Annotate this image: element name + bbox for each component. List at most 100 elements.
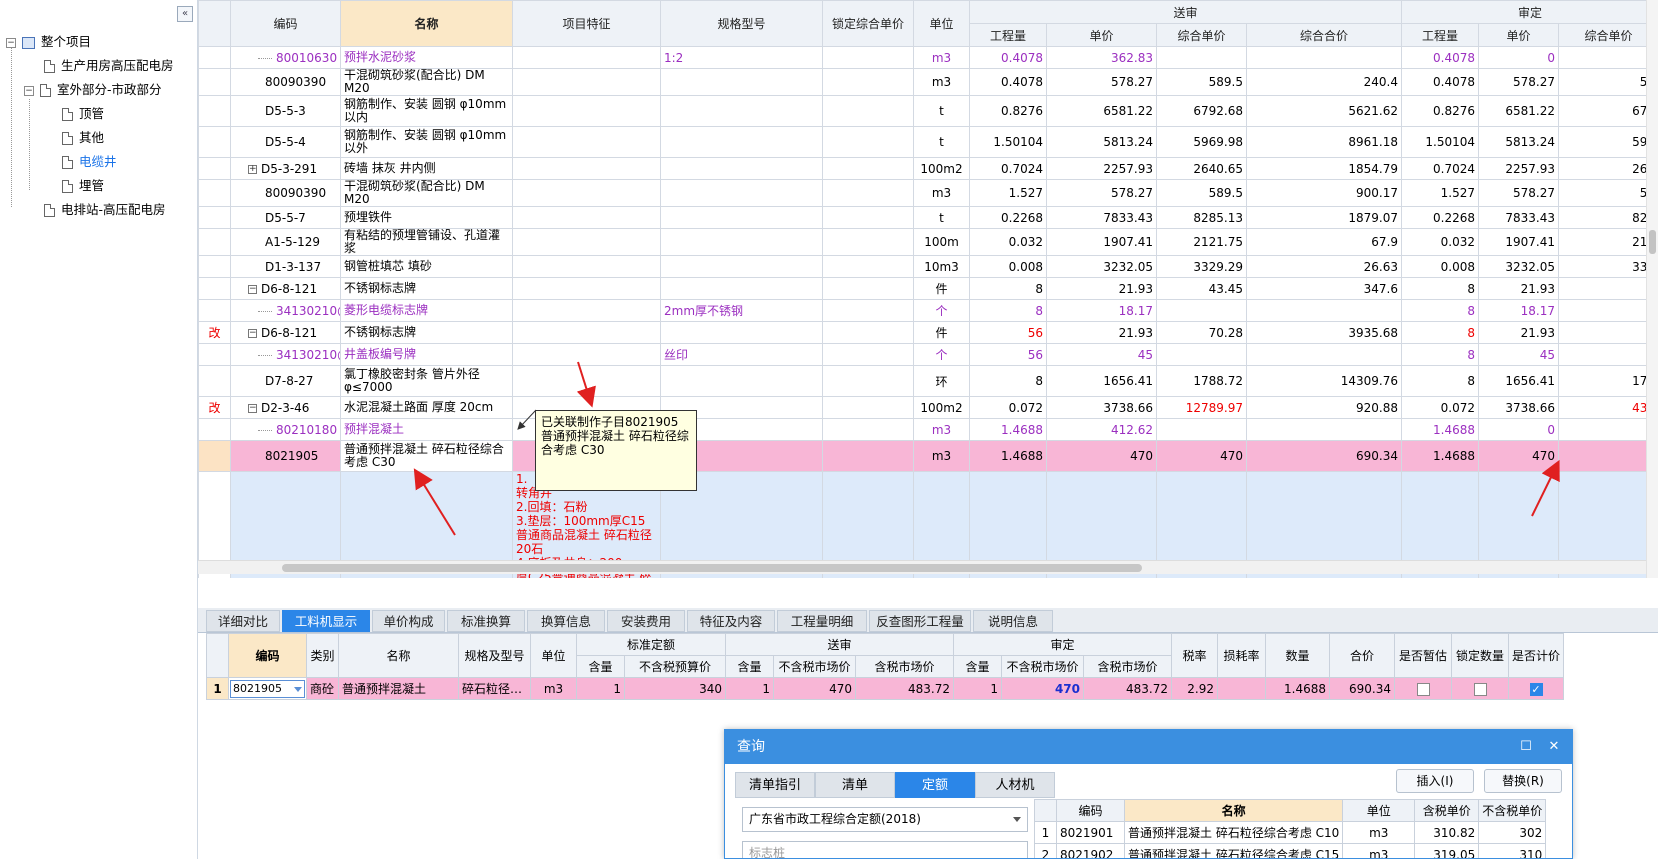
unit-cell[interactable]: t [913,206,970,229]
table-row[interactable]: 改 − D6-8-121 不锈钢标志牌件 56 21.93 70.28 3935.68 8 21.… [198,321,1658,344]
value-cell-ap[interactable]: 21.93 [1478,277,1560,300]
detail-col-unit[interactable]: 单位 [530,633,577,678]
value-cell-aq[interactable]: 1.4688 [1401,440,1480,472]
unit-cell[interactable]: 件 [913,321,970,344]
code-cell[interactable]: D5-5-4 [230,126,341,158]
value-cell-q[interactable]: 0.7024 [969,157,1047,180]
detail-col-name[interactable]: 名称 [338,633,459,678]
value-cell-aq[interactable]: 1.527 [1401,179,1480,207]
value-cell-aq[interactable]: 1.50104 [1401,126,1480,158]
value-cell-q[interactable]: 0.8276 [969,95,1047,127]
value-cell-ap[interactable]: 1656.41 [1478,365,1560,397]
table-row[interactable]: 80010630 预拌水泥砂浆 1:2 m3 0.4078 362.83 0.4078 0 [198,46,1658,69]
feature-cell[interactable] [512,299,661,322]
tab-7[interactable]: 工程量明细 [777,610,867,632]
value-cell-ap[interactable]: 2257.93 [1478,157,1560,180]
col-app-comp-price[interactable]: 综合单价 [1558,23,1658,47]
value-cell-acp[interactable]: 178 [1558,365,1658,397]
code-cell[interactable]: − D2-3-46 [230,396,341,419]
lockqty-checkbox[interactable] [1473,682,1487,696]
scroll-thumb[interactable] [1649,230,1656,254]
value-cell-ct[interactable]: 8961.18 [1245,126,1403,158]
value-cell-ap[interactable]: 578.27 [1478,179,1560,207]
locked-price-cell[interactable] [822,179,914,207]
value-cell-p[interactable]: 5813.24 [1046,126,1157,158]
unit-cell[interactable]: m3 [1342,821,1416,844]
taxprice-cell[interactable]: 319.05 [1414,843,1480,858]
value-cell-ap[interactable]: 1907.41 [1478,228,1560,256]
locked-price-cell[interactable] [822,46,914,69]
spec-cell[interactable]: 丝印 [660,343,823,366]
value-cell-cp[interactable]: 43.45 [1156,277,1247,300]
value-cell-aq[interactable]: 0.2268 [1401,206,1480,229]
name-cell[interactable]: 钢筋制作、安装 圆钢 φ10mm以外 [340,126,513,158]
spec-cell[interactable] [660,157,823,180]
locked-price-cell[interactable] [822,343,914,366]
code-cell[interactable]: − D6-8-121 [230,277,341,300]
code-cell[interactable]: 8021902 [1056,843,1125,858]
value-cell-ap[interactable]: 0 [1478,418,1560,441]
feature-cell[interactable] [512,255,661,278]
type-cell[interactable]: 商砼 [306,677,339,700]
value-cell-ap[interactable]: 45 [1478,343,1560,366]
col-name[interactable]: 名称 [340,0,513,47]
value-cell-ap[interactable]: 18.17 [1478,299,1560,322]
value-cell-ap[interactable]: 0 [1478,46,1560,69]
spec-cell[interactable] [660,228,823,256]
value-cell-aq[interactable]: 0.8276 [1401,95,1480,127]
value-cell-ct[interactable]: 240.4 [1245,68,1403,96]
sub-taxprice-cell[interactable]: 483.72 [855,677,954,700]
value-cell-aq[interactable]: 8 [1401,365,1480,397]
value-cell-p[interactable]: 412.62 [1046,418,1157,441]
feature-cell[interactable] [512,343,661,366]
value-cell-cp[interactable] [1156,343,1247,366]
unit-cell[interactable]: 环 [913,365,970,397]
provisional-checkbox[interactable] [1416,682,1430,696]
unit-cell[interactable]: 10m3 [913,255,970,278]
detail-col-amount[interactable]: 数量 [1265,633,1330,678]
value-cell-aq[interactable]: 8 [1401,321,1480,344]
value-cell-q[interactable]: 0.4078 [969,46,1047,69]
locked-price-cell[interactable] [822,321,914,344]
value-cell-aq[interactable]: 0.4078 [1401,68,1480,96]
value-cell-q[interactable]: 1.50104 [969,126,1047,158]
name-cell[interactable]: 砖墙 抹灰 井内侧 [340,157,513,180]
spec-cell[interactable] [660,126,823,158]
detail-col-sub-qty[interactable]: 含量 [725,655,774,678]
tree-node[interactable]: 顶管 [62,103,104,125]
value-cell-q[interactable]: 0.008 [969,255,1047,278]
query-tab-quota[interactable]: 定额 [895,772,975,798]
value-cell-cp[interactable]: 470 [1156,440,1247,472]
locked-price-cell[interactable] [822,95,914,127]
query-col-taxprice[interactable]: 含税单价 [1414,799,1480,822]
table-row[interactable]: D5-5-3 钢筋制作、安装 圆钢 φ10mm以内 t 0.8276 6581.22 67… [198,95,1658,127]
value-cell-ap[interactable]: 21.93 [1478,321,1560,344]
locked-price-cell[interactable] [822,299,914,322]
chevron-down-icon[interactable] [1013,817,1021,822]
value-cell-ct[interactable]: 67.9 [1245,228,1403,256]
detail-col-total[interactable]: 合价 [1329,633,1395,678]
value-cell-ap[interactable]: 7833.43 [1478,206,1560,229]
name-cell[interactable]: 氯丁橡胶密封条 管片外径φ≤7000 [340,365,513,397]
query-col-code[interactable]: 编码 [1056,799,1125,822]
tab-2[interactable]: 单价构成 [372,610,445,632]
value-cell-p[interactable]: 470 [1046,440,1157,472]
value-cell-ct[interactable]: 5621.62 [1245,95,1403,127]
query-tab-material[interactable]: 人材机 [975,772,1055,798]
code-cell[interactable]: 80090390 [230,68,341,96]
collapse-panel-button[interactable]: « [177,6,193,22]
value-cell-acp[interactable] [1558,440,1658,472]
table-row[interactable]: + D5-3-291 砖墙 抹灰 井内侧 100m2 0.7024 2257.93 2640… [198,157,1658,180]
table-row[interactable]: 80210180 预拌混凝土 m3 1.4688 412.62 1.4688 0 [198,418,1658,441]
code-combo-input[interactable]: 8021905 [230,679,305,698]
table-row-selected[interactable]: 8021905 普通预拌混凝土 碎石粒径综合考虑 C30 m3 1.4688 470 47… [198,440,1658,472]
name-cell[interactable]: 预埋铁件 [340,206,513,229]
col-code[interactable]: 编码 [230,0,341,47]
name-cell[interactable]: 井盖板编号牌 [340,343,513,366]
detail-col-std-qty[interactable]: 含量 [576,655,625,678]
spec-cell[interactable] [660,95,823,127]
value-cell-p[interactable]: 1656.41 [1046,365,1157,397]
name-cell[interactable]: 干混砌筑砂浆(配合比) DM M20 [340,68,513,96]
code-cell[interactable]: D1-3-137 [230,255,341,278]
collapse-icon[interactable]: − [248,328,257,338]
